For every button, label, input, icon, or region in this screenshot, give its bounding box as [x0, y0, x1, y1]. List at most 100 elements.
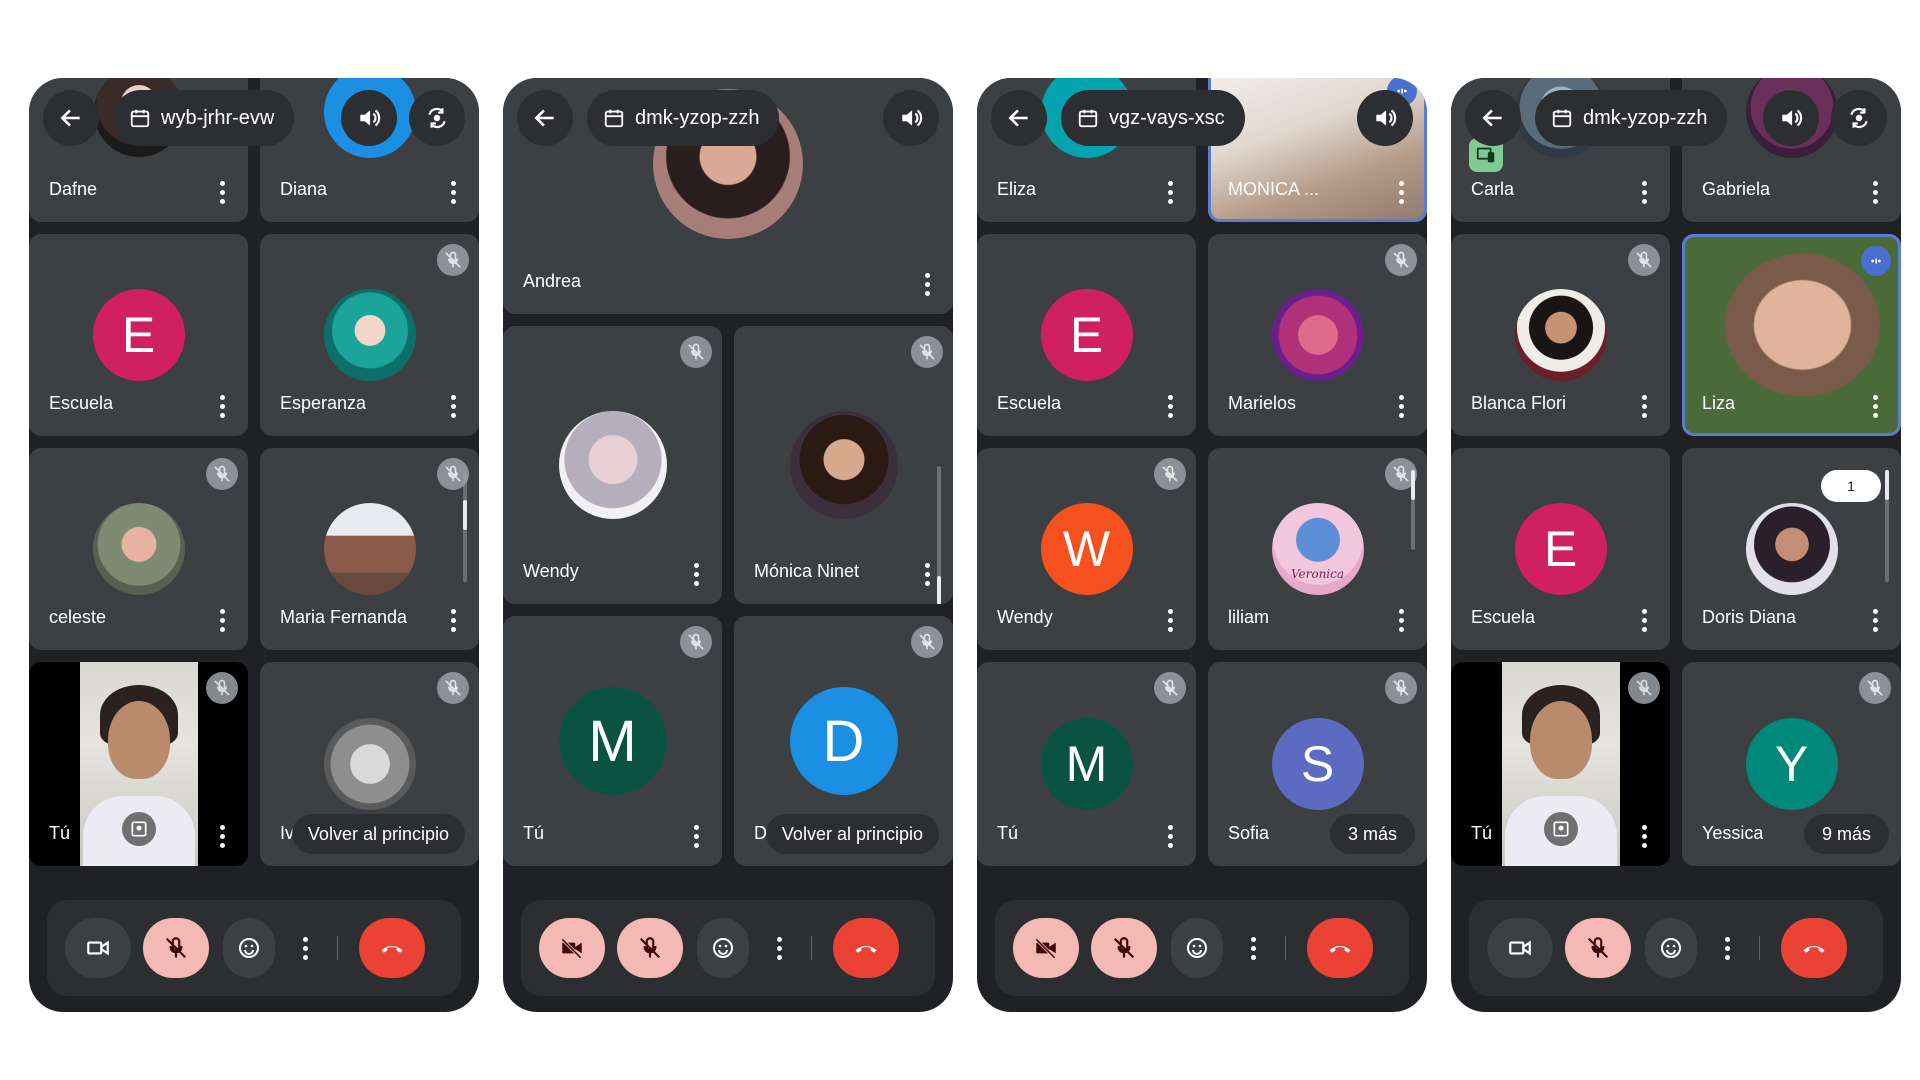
- more-vert-icon[interactable]: [445, 178, 461, 206]
- participant-tile-yessica[interactable]: Y Yessica 9 más: [1682, 662, 1901, 866]
- more-vert-icon[interactable]: [919, 270, 935, 298]
- more-vert-icon[interactable]: [1636, 822, 1652, 850]
- back-to-start-button[interactable]: Volver al principio: [765, 814, 939, 854]
- participant-tile-wendy[interactable]: Wendy: [503, 326, 722, 604]
- more-vert-icon[interactable]: [214, 606, 230, 634]
- end-call-button[interactable]: [1307, 918, 1373, 978]
- more-vert-icon[interactable]: [1162, 822, 1178, 850]
- more-vert-icon[interactable]: [919, 560, 935, 588]
- end-call-button[interactable]: [833, 918, 899, 978]
- speaker-icon[interactable]: [1763, 90, 1819, 146]
- mic-button[interactable]: [617, 918, 683, 978]
- speaker-icon[interactable]: [883, 90, 939, 146]
- back-arrow-icon[interactable]: [517, 90, 573, 146]
- more-vert-icon[interactable]: [1393, 178, 1409, 206]
- participant-tile-celeste[interactable]: celeste: [29, 448, 248, 650]
- mic-button[interactable]: [1091, 918, 1157, 978]
- participant-tile-escuela[interactable]: E Escuela: [1451, 448, 1670, 650]
- camera-button[interactable]: [1013, 918, 1079, 978]
- speaker-icon[interactable]: [341, 90, 397, 146]
- mic-off-icon: [680, 336, 712, 368]
- more-vert-icon[interactable]: [688, 560, 704, 588]
- calendar-icon: [1552, 109, 1572, 128]
- participant-tile-escuela[interactable]: E Escuela: [977, 234, 1196, 436]
- participant-tile-sofia[interactable]: S Sofia 3 más: [1208, 662, 1427, 866]
- more-vert-icon[interactable]: [1867, 606, 1883, 634]
- participant-tile-esperanza[interactable]: Esperanza: [260, 234, 479, 436]
- more-participants-button[interactable]: 3 más: [1329, 814, 1415, 854]
- participant-tile-liza[interactable]: Liza: [1682, 234, 1901, 436]
- back-arrow-icon[interactable]: [43, 90, 99, 146]
- more-options-button[interactable]: [1707, 918, 1747, 978]
- switch-camera-icon[interactable]: [409, 90, 465, 146]
- avatar-liliam: Veronica: [1271, 503, 1364, 595]
- more-vert-icon[interactable]: [1636, 606, 1652, 634]
- participant-tile-escuela[interactable]: E Escuela: [29, 234, 248, 436]
- emoji-button[interactable]: [1171, 918, 1223, 978]
- more-vert-icon[interactable]: [1393, 392, 1409, 420]
- back-arrow-icon[interactable]: [991, 90, 1047, 146]
- participant-tile-blanca-flori[interactable]: Blanca Flori: [1451, 234, 1670, 436]
- more-vert-icon[interactable]: [1867, 392, 1883, 420]
- participant-tile-iv[interactable]: Iv Volver al principio: [260, 662, 479, 866]
- meeting-code-chip[interactable]: dmk-yzop-zzh: [587, 90, 780, 146]
- more-vert-icon[interactable]: [1162, 392, 1178, 420]
- participant-tile-marielos[interactable]: Marielos: [1208, 234, 1427, 436]
- more-vert-icon[interactable]: [445, 606, 461, 634]
- emoji-button[interactable]: [223, 918, 275, 978]
- pin-icon[interactable]: [121, 812, 156, 846]
- scrollbar-thumb[interactable]: [1885, 470, 1889, 500]
- more-options-button[interactable]: [759, 918, 799, 978]
- camera-button[interactable]: [539, 918, 605, 978]
- call-screen-3: E Eliza MONICA ... E Escuela Marielos W …: [977, 78, 1427, 1012]
- more-vert-icon[interactable]: [214, 392, 230, 420]
- participant-tile-liliam[interactable]: Veronica liliam: [1208, 448, 1427, 650]
- more-participants-button[interactable]: 9 más: [1803, 814, 1889, 854]
- mic-button[interactable]: [143, 918, 209, 978]
- meeting-code-chip[interactable]: wyb-jrhr-evw: [113, 90, 295, 146]
- participant-tile-maria-fernanda[interactable]: Maria Fernanda: [260, 448, 479, 650]
- end-call-button[interactable]: [359, 918, 425, 978]
- participant-tile-self[interactable]: Tú: [29, 662, 248, 866]
- participant-tile-di[interactable]: D Di Volver al principio: [734, 616, 953, 866]
- back-arrow-icon[interactable]: [1465, 90, 1521, 146]
- more-vert-icon[interactable]: [445, 392, 461, 420]
- participant-tile-self[interactable]: M Tú: [977, 662, 1196, 866]
- more-vert-icon[interactable]: [1162, 606, 1178, 634]
- more-vert-icon[interactable]: [214, 822, 230, 850]
- back-to-start-button[interactable]: Volver al principio: [291, 814, 465, 854]
- more-options-button[interactable]: [285, 918, 325, 978]
- mic-button[interactable]: [1565, 918, 1631, 978]
- more-vert-icon[interactable]: [1393, 606, 1409, 634]
- participant-tile-doris-diana[interactable]: 1 Doris Diana: [1682, 448, 1901, 650]
- camera-button[interactable]: [1487, 918, 1553, 978]
- more-vert-icon[interactable]: [688, 822, 704, 850]
- participant-name: Maria Fernanda: [280, 607, 408, 627]
- participant-tile-self[interactable]: Tú: [1451, 662, 1670, 866]
- scrollbar-thumb[interactable]: [937, 576, 941, 604]
- participant-tile-wendy[interactable]: W Wendy: [977, 448, 1196, 650]
- switch-camera-icon[interactable]: [1831, 90, 1887, 146]
- scrollbar-thumb[interactable]: [1411, 470, 1415, 500]
- meeting-code-chip[interactable]: vgz-vays-xsc: [1061, 90, 1245, 146]
- pin-icon[interactable]: [1543, 812, 1578, 846]
- camera-button[interactable]: [65, 918, 131, 978]
- end-call-button[interactable]: [1781, 918, 1847, 978]
- participant-tile-self[interactable]: M Tú: [503, 616, 722, 866]
- more-vert-icon[interactable]: [214, 178, 230, 206]
- scrollbar-thumb[interactable]: [463, 500, 467, 530]
- more-vert-icon[interactable]: [1636, 392, 1652, 420]
- more-vert-icon[interactable]: [1162, 178, 1178, 206]
- avatar-caption: Veronica: [1290, 567, 1345, 581]
- call-controls: [521, 900, 935, 996]
- speaker-icon[interactable]: [1357, 90, 1413, 146]
- meeting-code-chip[interactable]: dmk-yzop-zzh: [1535, 90, 1728, 146]
- more-vert-icon[interactable]: [1867, 178, 1883, 206]
- divider: [811, 936, 812, 960]
- unread-count-badge[interactable]: 1: [1821, 470, 1881, 502]
- emoji-button[interactable]: [1645, 918, 1697, 978]
- more-vert-icon[interactable]: [1636, 178, 1652, 206]
- emoji-button[interactable]: [697, 918, 749, 978]
- more-options-button[interactable]: [1233, 918, 1273, 978]
- participant-tile-monica-ninet[interactable]: Mónica Ninet: [734, 326, 953, 604]
